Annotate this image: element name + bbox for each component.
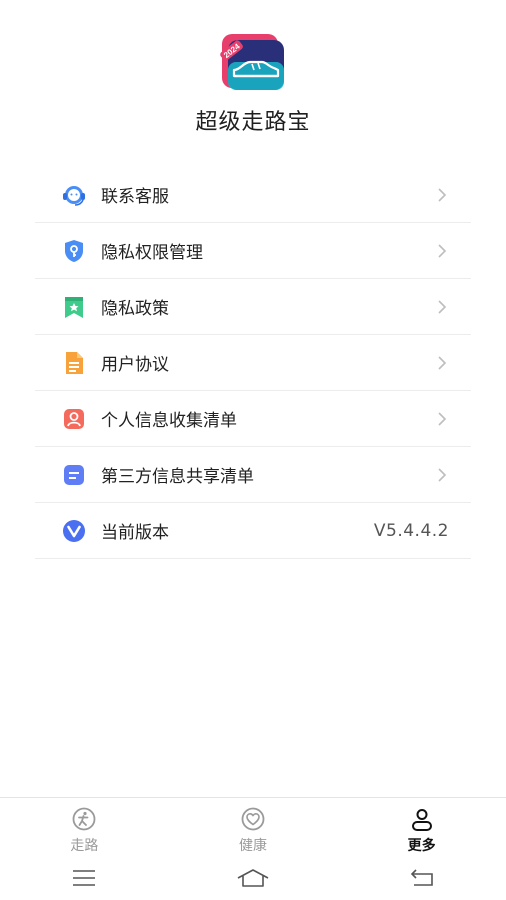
- tab-label: 走路: [70, 838, 99, 854]
- system-navigation-bar: [0, 855, 506, 900]
- menu-item-contact-support[interactable]: 联系客服: [35, 167, 471, 223]
- app-title: 超级走路宝: [195, 110, 311, 135]
- customer-service-icon: [60, 181, 88, 209]
- home-button[interactable]: [223, 863, 283, 893]
- menu-button[interactable]: [54, 863, 114, 893]
- version-v-icon: [60, 517, 88, 545]
- tab-label: 更多: [407, 838, 436, 854]
- tab-health[interactable]: 健康: [169, 798, 338, 855]
- menu-item-label: 用户协议: [101, 355, 169, 375]
- menu-item-label: 联系客服: [101, 187, 169, 207]
- version-label: 当前版本: [101, 523, 169, 543]
- policy-bookmark-icon: [60, 293, 88, 321]
- tab-walk[interactable]: 走路: [0, 798, 169, 855]
- menu-item-privacy-permissions[interactable]: 隐私权限管理: [35, 223, 471, 279]
- menu-item-label: 个人信息收集清单: [101, 411, 237, 431]
- user-icon: [406, 807, 438, 833]
- tab-more[interactable]: 更多: [337, 798, 506, 855]
- menu-item-current-version: 当前版本 V5.4.4.2: [35, 503, 471, 559]
- privacy-shield-icon: [60, 237, 88, 265]
- menu-item-privacy-policy[interactable]: 隐私政策: [35, 279, 471, 335]
- menu-item-user-agreement[interactable]: 用户协议: [35, 335, 471, 391]
- heart-icon: [237, 807, 269, 833]
- app-header: 2024 超级走路宝: [0, 0, 506, 160]
- menu-item-personal-info-list[interactable]: 个人信息收集清单: [35, 391, 471, 447]
- settings-menu: 联系客服 隐私权限管理 隐私政策 用户协议 个人信息收集清单 第三方信息共享清单…: [35, 167, 471, 559]
- tab-label: 健康: [239, 838, 267, 854]
- chevron-right-icon: [417, 355, 447, 371]
- hamburger-icon: [73, 869, 96, 886]
- menu-item-label: 隐私政策: [101, 299, 169, 319]
- menu-item-label: 隐私权限管理: [101, 243, 203, 263]
- walk-icon: [68, 807, 100, 833]
- version-value: V5.4.4.2: [373, 520, 449, 541]
- home-icon: [237, 868, 269, 887]
- back-icon: [410, 868, 433, 886]
- chevron-right-icon: [417, 243, 447, 259]
- document-icon: [60, 349, 88, 377]
- menu-item-third-party-sharing-list[interactable]: 第三方信息共享清单: [35, 447, 471, 503]
- list-icon: [60, 461, 88, 489]
- back-button[interactable]: [392, 863, 452, 893]
- chevron-right-icon: [417, 467, 447, 483]
- menu-item-label: 第三方信息共享清单: [101, 467, 254, 487]
- bottom-tab-bar: 走路 健康 更多: [0, 797, 506, 855]
- chevron-right-icon: [417, 411, 447, 427]
- chevron-right-icon: [417, 187, 447, 203]
- app-logo: 2024: [220, 34, 284, 90]
- chevron-right-icon: [417, 299, 447, 315]
- person-icon: [60, 405, 88, 433]
